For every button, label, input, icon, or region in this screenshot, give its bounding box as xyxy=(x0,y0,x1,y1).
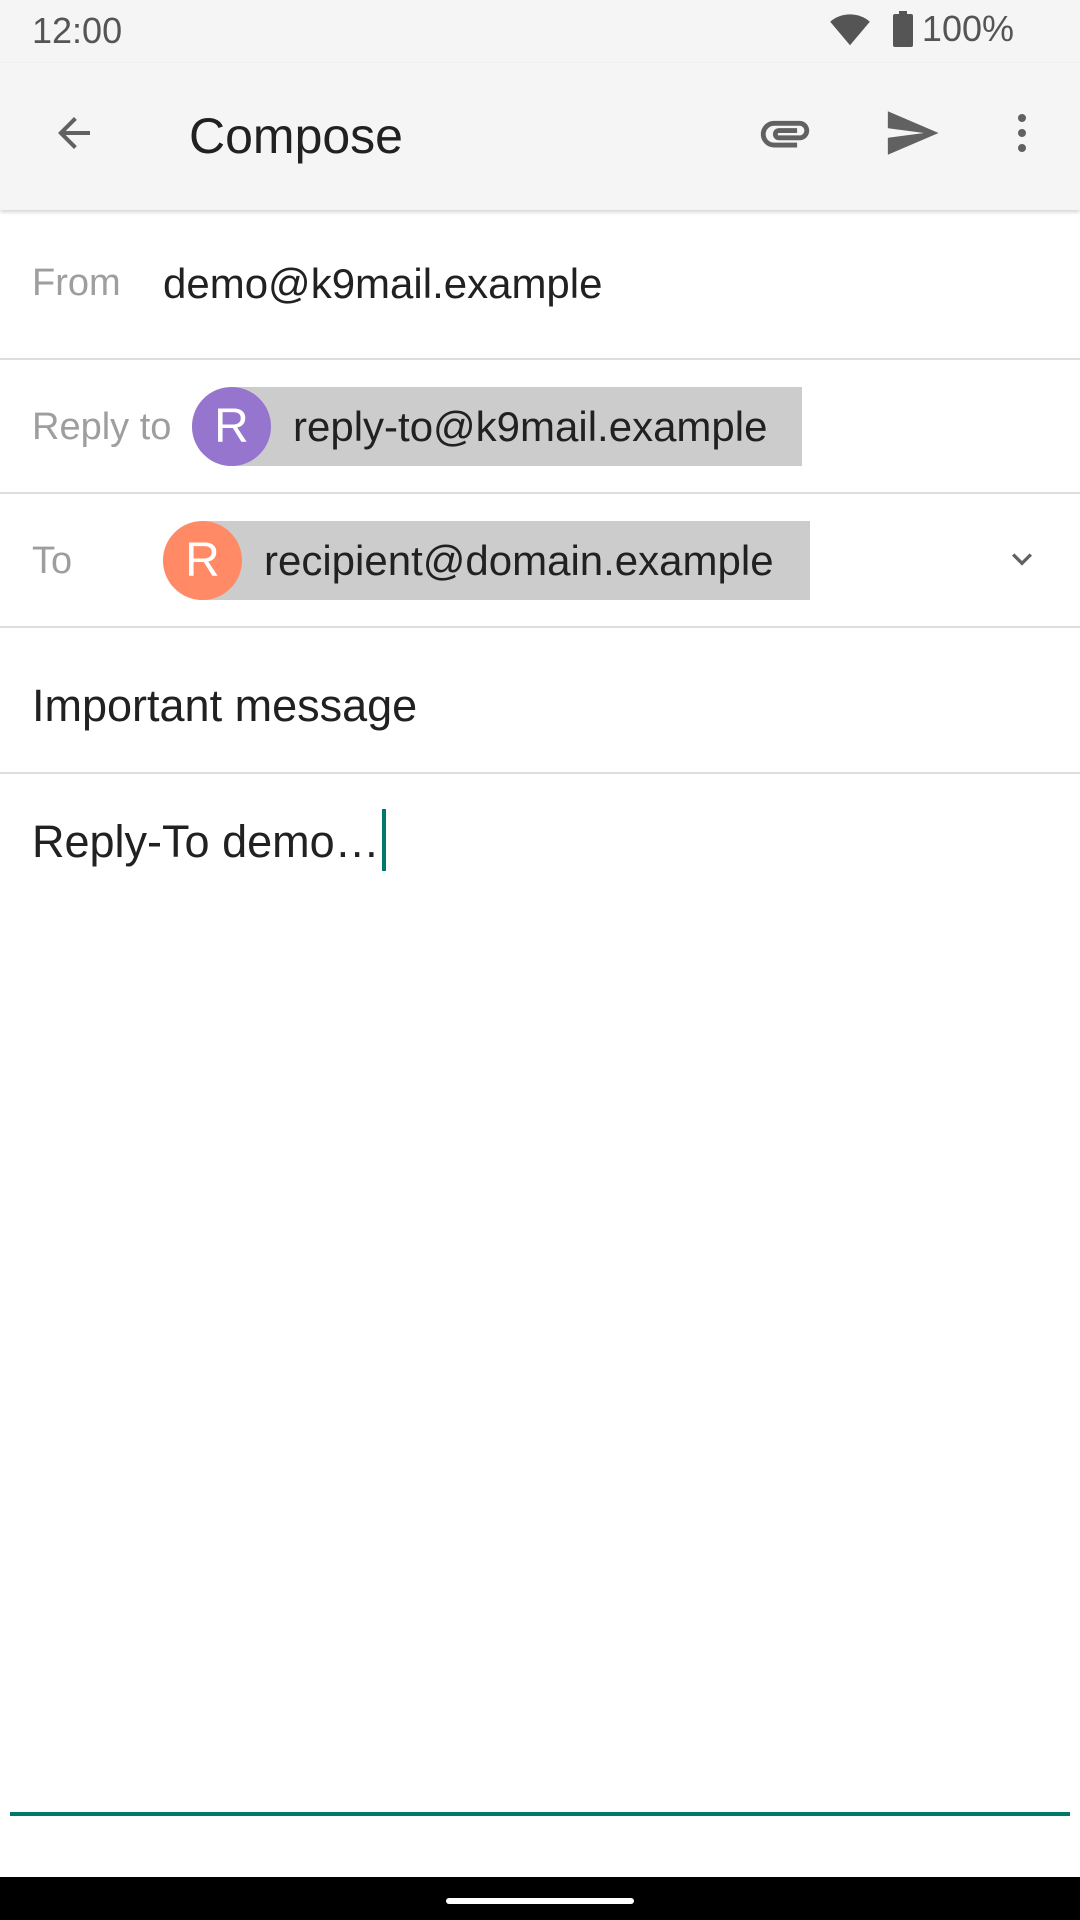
back-arrow-icon xyxy=(50,109,98,162)
compose-screen: 12:00 100% Compose From demo@k9mail.exam… xyxy=(0,0,1080,1920)
message-body-field[interactable]: Reply-To demo… xyxy=(0,774,1080,1816)
status-bar: 12:00 100% xyxy=(0,0,1080,63)
paperclip-icon xyxy=(756,104,814,167)
to-row[interactable]: To R recipient@domain.example xyxy=(0,494,1080,628)
from-row[interactable]: From demo@k9mail.example xyxy=(0,210,1080,360)
status-icons: 100% xyxy=(828,8,1014,50)
page-title: Compose xyxy=(189,108,403,164)
reply-to-label: Reply to xyxy=(32,406,172,448)
subject-field[interactable]: Important message xyxy=(0,628,1080,774)
recipient-address: recipient@domain.example xyxy=(264,536,774,584)
message-body-text: Reply-To demo… xyxy=(32,816,380,867)
status-time: 12:00 xyxy=(32,10,123,51)
reply-to-row[interactable]: Reply to R reply-to@k9mail.example xyxy=(0,360,1080,494)
more-options-button[interactable] xyxy=(974,87,1070,183)
app-bar: Compose xyxy=(0,63,1080,210)
avatar: R xyxy=(192,387,271,466)
from-account[interactable]: demo@k9mail.example xyxy=(163,260,602,308)
expand-recipients-button[interactable] xyxy=(974,513,1070,609)
send-button[interactable] xyxy=(864,87,960,183)
reply-to-chip[interactable]: R reply-to@k9mail.example xyxy=(192,387,802,466)
back-button[interactable] xyxy=(26,87,122,183)
battery-icon xyxy=(892,11,914,47)
avatar: R xyxy=(163,521,242,600)
battery-percent: 100% xyxy=(921,8,1014,49)
navigation-bar xyxy=(0,1877,1080,1920)
recipient-chip[interactable]: R recipient@domain.example xyxy=(163,521,810,600)
subject-text: Important message xyxy=(32,680,418,731)
to-label: To xyxy=(32,540,73,582)
home-handle[interactable] xyxy=(446,1898,634,1904)
text-cursor xyxy=(381,809,386,871)
message-body: Reply-To demo… xyxy=(32,809,386,871)
body-underline xyxy=(10,1812,1070,1816)
from-label: From xyxy=(32,262,121,304)
attach-button[interactable] xyxy=(737,87,833,183)
chevron-down-icon xyxy=(1002,539,1042,584)
send-icon xyxy=(883,104,941,167)
wifi-icon xyxy=(828,11,872,47)
reply-to-address: reply-to@k9mail.example xyxy=(293,402,768,450)
more-vert-icon xyxy=(998,109,1046,162)
